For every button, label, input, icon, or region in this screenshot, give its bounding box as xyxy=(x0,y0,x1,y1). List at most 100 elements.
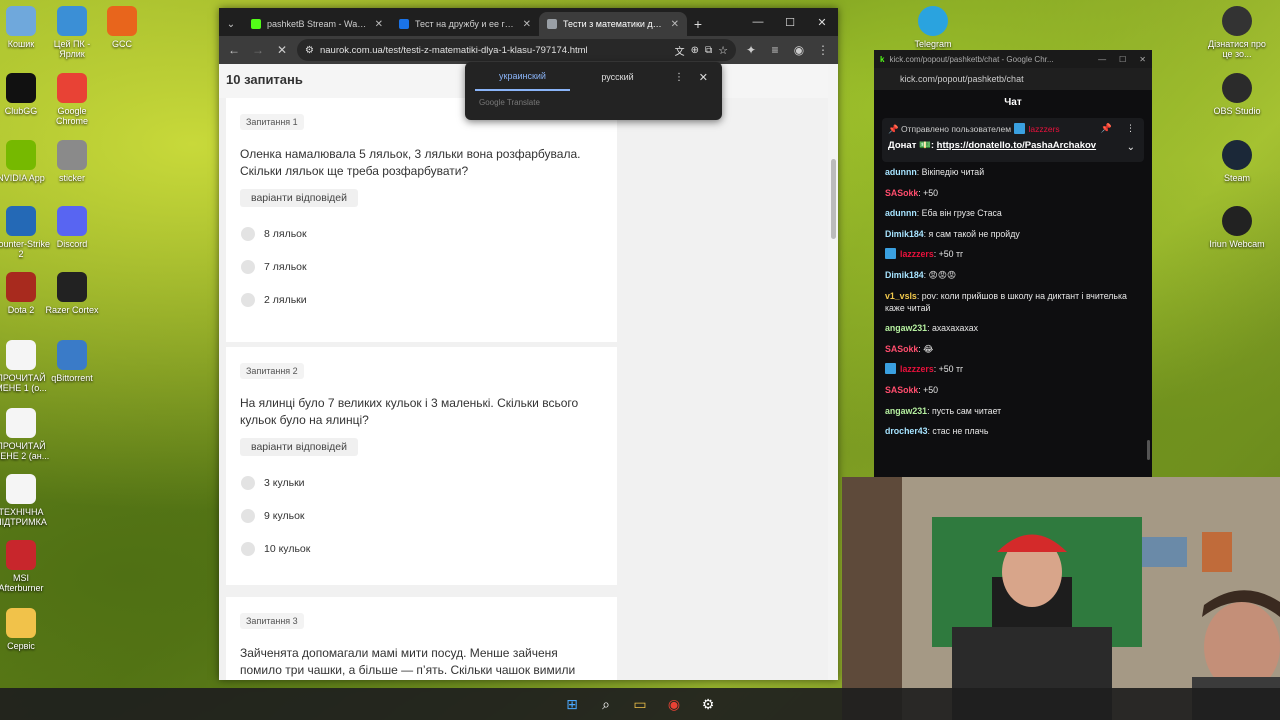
browser-tab[interactable]: Тести з математики для 1 кл ✕ xyxy=(539,12,687,36)
radio-button[interactable] xyxy=(241,508,255,523)
desktop-icon[interactable]: GCC xyxy=(91,6,153,49)
browser-tab[interactable]: pashketB Stream - Watch Live ✕ xyxy=(243,12,391,36)
chat-username[interactable]: SASokk xyxy=(885,385,918,395)
more-options-icon[interactable]: ⋮ xyxy=(674,72,684,83)
chat-scrollbar[interactable] xyxy=(1147,440,1150,460)
translate-lang-ukrainian[interactable]: украинский xyxy=(475,63,570,91)
answer-option[interactable]: 2 ляльки xyxy=(240,283,603,316)
close-tab-icon[interactable]: ✕ xyxy=(375,19,383,30)
chat-username[interactable]: drocher43 xyxy=(885,426,928,436)
desktop-icon[interactable]: Iriun Webcam xyxy=(1206,206,1268,249)
desktop-icon[interactable]: Google Chrome xyxy=(41,73,103,127)
new-tab-button[interactable]: + xyxy=(687,12,709,36)
maximize-button[interactable]: ☐ xyxy=(774,8,806,36)
extensions-icon[interactable]: ✦ xyxy=(742,41,760,59)
desktop-icon-label: GCC xyxy=(112,39,132,49)
chat-username[interactable]: v1_vsls xyxy=(885,291,917,301)
chat-message: angaw231: пусть сам читает xyxy=(885,405,1141,417)
menu-icon[interactable]: ⋮ xyxy=(814,41,832,59)
chat-text: : 😡😡😡 xyxy=(923,269,957,280)
answer-option[interactable]: 10 кульок xyxy=(240,532,603,565)
desktop-icon[interactable]: OBS Studio xyxy=(1206,73,1268,116)
profile-icon[interactable]: ◉ xyxy=(790,41,808,59)
radio-button[interactable] xyxy=(241,475,255,490)
site-info-icon[interactable]: ⚙ xyxy=(305,45,314,56)
stop-loading-button[interactable]: ✕ xyxy=(273,41,291,59)
answer-option[interactable]: 3 кульки xyxy=(240,466,603,499)
option-label: 2 ляльки xyxy=(264,293,307,306)
desktop-icon[interactable]: Razer Cortex xyxy=(41,272,103,315)
answer-option[interactable]: 9 кульок xyxy=(240,499,603,532)
chrome-icon[interactable]: ◉ xyxy=(663,693,685,715)
desktop-icon[interactable]: Сервіс xyxy=(0,608,52,651)
tab-title: pashketB Stream - Watch Live xyxy=(267,19,369,29)
answer-option[interactable]: 7 ляльок xyxy=(240,250,603,283)
unpin-icon[interactable]: 📌 xyxy=(1101,123,1112,134)
more-options-icon[interactable]: ⋮ xyxy=(1126,123,1135,134)
desktop-icon[interactable]: ТЕХНІЧНА ПІДТРИМКА xyxy=(0,474,52,528)
chat-username[interactable]: Dimik184 xyxy=(885,229,924,239)
chat-messages: adunnn: Вікіпедію читай SASokk: +50 adunnn… xyxy=(874,166,1152,437)
zoom-icon[interactable]: ⊕ xyxy=(691,45,699,56)
tab-title: Тест на дружбу и ее глубину xyxy=(415,19,517,29)
windows-start-icon[interactable]: ⊞ xyxy=(561,693,583,715)
minimize-button[interactable]: — xyxy=(1098,55,1106,64)
chat-username[interactable]: Dimik184 xyxy=(885,270,924,280)
desktop-icon[interactable]: sticker xyxy=(41,140,103,183)
translate-icon[interactable]: 文 xyxy=(675,43,685,58)
answer-option[interactable]: 8 ляльок xyxy=(240,217,603,250)
pinned-message[interactable]: 📌 Отправлено пользователем lazzzers Дона… xyxy=(882,118,1144,162)
chat-username[interactable]: SASokk xyxy=(885,188,918,198)
desktop-icon[interactable]: Discord xyxy=(41,206,103,249)
media-icon[interactable]: ≡ xyxy=(766,41,784,59)
chat-username[interactable]: SASokk xyxy=(885,344,918,354)
translate-lang-russian[interactable]: русский xyxy=(570,64,665,90)
chat-username[interactable]: adunnn xyxy=(885,208,917,218)
tab-search-button[interactable]: ⌄ xyxy=(219,12,243,36)
close-button[interactable]: ✕ xyxy=(806,8,838,36)
file-explorer-icon[interactable]: ▭ xyxy=(629,693,651,715)
chevron-down-icon[interactable]: ⌄ xyxy=(1127,142,1135,153)
install-app-icon[interactable]: ⧉ xyxy=(705,45,712,56)
minimize-button[interactable]: — xyxy=(742,8,774,36)
cs2-icon xyxy=(6,206,36,236)
radio-button[interactable] xyxy=(241,541,255,556)
chat-text: : 😂 xyxy=(918,343,934,354)
forward-button[interactable]: → xyxy=(249,41,267,59)
close-tab-icon[interactable]: ✕ xyxy=(523,19,531,30)
desktop-icon-label: qBittorrent xyxy=(51,373,93,383)
radio-button[interactable] xyxy=(241,259,255,274)
desktop-icon[interactable]: Steam xyxy=(1206,140,1268,183)
browser-tab[interactable]: Тест на дружбу и ее глубину ✕ xyxy=(391,12,539,36)
close-tab-icon[interactable]: ✕ xyxy=(671,19,679,30)
close-button[interactable]: ✕ xyxy=(1139,55,1146,64)
desktop-icon[interactable]: MSI Afterburner xyxy=(0,540,52,594)
chat-username[interactable]: lazzzers xyxy=(900,249,934,259)
address-bar[interactable]: ⚙ naurok.com.ua/test/testi-z-matematiki-… xyxy=(297,39,736,61)
desktop-icon[interactable]: Telegram xyxy=(902,6,964,49)
bookmark-star-icon[interactable]: ☆ xyxy=(718,44,728,57)
back-button[interactable]: ← xyxy=(225,41,243,59)
settings-icon[interactable]: ⚙ xyxy=(697,693,719,715)
desktop-icon[interactable]: Дізнатися про це зо... xyxy=(1206,6,1268,60)
radio-button[interactable] xyxy=(241,292,255,307)
chat-username[interactable]: lazzzers xyxy=(900,364,934,374)
close-icon[interactable]: ✕ xyxy=(699,71,708,84)
tab-bar: ⌄ pashketB Stream - Watch Live✕Тест на д… xyxy=(219,8,838,36)
donate-link[interactable]: https://donatello.to/PashaArchakov xyxy=(937,140,1096,151)
chat-username[interactable]: adunnn xyxy=(885,167,917,177)
maximize-button[interactable]: ☐ xyxy=(1119,55,1126,64)
desktop-icon[interactable]: qBittorrent xyxy=(41,340,103,383)
page-scrollbar[interactable] xyxy=(828,64,838,680)
question-text: Оленка намалювала 5 ляльок, 3 ляльки вон… xyxy=(240,147,581,178)
telegram-icon xyxy=(918,6,948,36)
chat-username[interactable]: angaw231 xyxy=(885,406,927,416)
radio-button[interactable] xyxy=(241,226,255,241)
chat-heading: Чат xyxy=(1004,96,1022,108)
desktop-icon[interactable]: ПРОЧИТАЙ МЕНЕ 2 (ан... xyxy=(0,408,52,462)
scrollbar-thumb[interactable] xyxy=(831,159,836,239)
search-icon[interactable]: ⌕ xyxy=(595,693,617,715)
user-badge-icon xyxy=(885,363,896,375)
chat-username[interactable]: angaw231 xyxy=(885,323,927,333)
money-icon: 💵 xyxy=(919,140,931,151)
